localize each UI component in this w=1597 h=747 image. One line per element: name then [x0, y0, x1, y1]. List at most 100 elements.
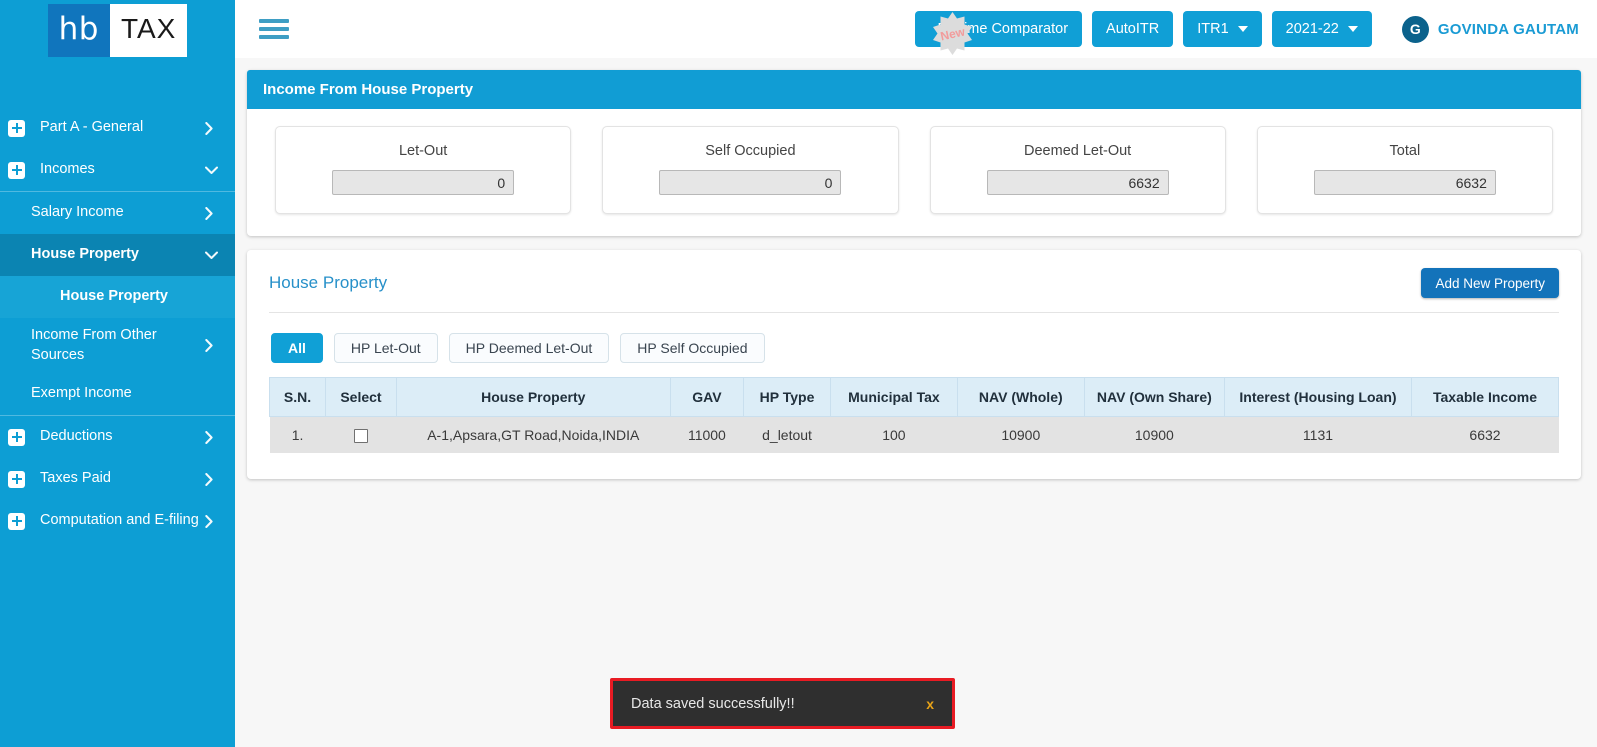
deemed-let-out-value-field: 6632	[986, 170, 1169, 195]
plus-square-icon	[8, 119, 25, 137]
col-gav: GAV	[669, 377, 745, 417]
chevron-right-icon	[205, 514, 219, 528]
sidebar-item-exempt-income[interactable]: Exempt Income	[0, 373, 235, 415]
regime-comparator-button[interactable]: Regime Comparator	[915, 11, 1083, 47]
income-from-house-property-card: Income From House Property Let-Out 0 Sel…	[247, 70, 1581, 236]
sidebar-nav: Part A - General Incomes Salary Income H…	[0, 107, 235, 542]
col-hp-type: HP Type	[743, 377, 831, 417]
summary-label: Deemed Let-Out	[1024, 143, 1132, 159]
sidebar-item-label: Deductions	[40, 428, 113, 445]
cell-sn: 1.	[269, 416, 326, 454]
sidebar-item-incomes[interactable]: Incomes	[0, 149, 235, 191]
plus-square-icon	[8, 512, 25, 530]
chevron-right-icon	[205, 121, 219, 135]
app-logo[interactable]: hb TAX	[0, 0, 235, 60]
logo-hb-text: hb	[47, 3, 110, 57]
assessment-year-value: 2021-22	[1285, 21, 1339, 37]
summary-box-deemed-let-out: Deemed Let-Out 6632	[929, 126, 1226, 214]
cell-select	[325, 416, 397, 454]
sidebar-item-salary-income[interactable]: Salary Income	[0, 192, 235, 234]
col-taxable-income: Taxable Income	[1410, 377, 1560, 417]
cell-municipal-tax: 100	[830, 416, 958, 454]
col-nav-whole: NAV (Whole)	[956, 377, 1085, 417]
tab-hp-deemed-let-out[interactable]: HP Deemed Let-Out	[448, 333, 610, 363]
cell-nav-whole: 10900	[957, 416, 1085, 454]
summary-label: Total	[1389, 143, 1421, 159]
plus-square-icon	[8, 470, 25, 488]
itr-type-value: ITR1	[1197, 21, 1229, 37]
row-select-checkbox[interactable]	[353, 429, 368, 444]
sidebar-item-label: Salary Income	[31, 204, 124, 221]
chevron-right-icon	[205, 339, 219, 353]
toast-highlight-border: Data saved successfully!! x	[610, 678, 955, 729]
sidebar-item-computation-and-efiling[interactable]: Computation and E-filing	[0, 500, 235, 542]
sidebar-item-label: Part A - General	[40, 119, 144, 136]
col-select: Select	[325, 377, 397, 417]
auto-itr-button[interactable]: AutoITR	[1092, 11, 1174, 47]
sidebar-item-income-from-other-sources[interactable]: Income From Other Sources	[0, 318, 235, 373]
sidebar-item-deductions[interactable]: Deductions	[0, 416, 235, 458]
table-row[interactable]: 1. A-1,Apsara,GT Road,Noida,INDIA 11000 …	[269, 416, 1559, 454]
chevron-right-icon	[205, 206, 219, 220]
house-property-table: S.N. Select House Property GAV HP Type M…	[268, 377, 1560, 454]
chevron-down-icon	[1347, 26, 1358, 32]
cell-interest-housing-loan: 1131	[1224, 416, 1412, 454]
chevron-down-icon	[205, 166, 219, 175]
sidebar-item-house-property[interactable]: House Property	[0, 234, 235, 276]
tab-hp-self-occupied[interactable]: HP Self Occupied	[620, 333, 765, 363]
close-icon[interactable]: x	[926, 696, 934, 712]
page-content: Income From House Property Let-Out 0 Sel…	[235, 58, 1597, 480]
add-new-property-button[interactable]: Add New Property	[1421, 268, 1559, 298]
user-menu[interactable]: G GOVINDA GAUTAM	[1401, 15, 1579, 43]
main-area: New Regime Comparator AutoITR ITR1 2021-…	[235, 0, 1597, 747]
summary-box-self-occupied: Self Occupied 0	[602, 126, 899, 214]
app-root: hb TAX Part A - General Incomes Salary I…	[0, 0, 1597, 747]
cell-nav-own-share: 10900	[1084, 416, 1225, 454]
hp-filter-tabs: All HP Let-Out HP Deemed Let-Out HP Self…	[247, 313, 1581, 363]
plus-square-icon	[8, 428, 25, 446]
sidebar-item-label: Income From Other Sources	[31, 327, 157, 363]
sidebar-item-label: House Property	[60, 288, 168, 305]
avatar: G	[1401, 15, 1429, 43]
tab-hp-let-out[interactable]: HP Let-Out	[333, 333, 438, 363]
chevron-right-icon	[205, 472, 219, 486]
col-house-property: House Property	[395, 377, 671, 417]
total-value-field: 6632	[1313, 170, 1496, 195]
itr-type-dropdown[interactable]: ITR1	[1183, 11, 1262, 47]
col-municipal-tax: Municipal Tax	[829, 377, 958, 417]
summary-box-let-out: Let-Out 0	[275, 126, 572, 214]
sidebar-item-label: Taxes Paid	[40, 470, 111, 487]
sidebar-item-label: Computation and E-filing	[40, 512, 199, 529]
toast-notification: Data saved successfully!! x	[613, 681, 952, 726]
house-property-header: House Property Add New Property	[247, 250, 1581, 298]
chevron-down-icon	[205, 251, 219, 260]
self-occupied-value-field: 0	[659, 170, 842, 195]
income-summary-row: Let-Out 0 Self Occupied 0 Deemed Let-Out…	[247, 109, 1581, 236]
chevron-down-icon	[1237, 26, 1248, 32]
sidebar: hb TAX Part A - General Incomes Salary I…	[0, 0, 235, 747]
sidebar-subitem-house-property[interactable]: House Property	[0, 276, 235, 318]
col-sn: S.N.	[268, 377, 327, 417]
hamburger-icon[interactable]	[259, 15, 289, 43]
cell-house-property: A-1,Apsara,GT Road,Noida,INDIA	[396, 416, 671, 454]
sidebar-item-label: Incomes	[40, 161, 95, 178]
house-property-title: House Property	[269, 273, 388, 292]
table-header-row: S.N. Select House Property GAV HP Type M…	[268, 377, 1560, 417]
summary-box-total: Total 6632	[1256, 126, 1553, 214]
sidebar-item-taxes-paid[interactable]: Taxes Paid	[0, 458, 235, 500]
summary-label: Let-Out	[398, 143, 448, 159]
cell-gav: 11000	[670, 416, 744, 454]
chevron-right-icon	[205, 430, 219, 444]
toast-message: Data saved successfully!!	[631, 695, 795, 712]
topbar-actions: New Regime Comparator AutoITR ITR1 2021-…	[915, 11, 1579, 55]
tab-all[interactable]: All	[271, 333, 323, 363]
cell-hp-type: d_letout	[743, 416, 831, 454]
house-property-table-wrap: S.N. Select House Property GAV HP Type M…	[247, 363, 1581, 479]
sidebar-item-part-a-general[interactable]: Part A - General	[0, 107, 235, 149]
house-property-card: House Property Add New Property All HP L…	[247, 250, 1581, 480]
plus-square-icon	[8, 161, 25, 179]
let-out-value-field: 0	[332, 170, 515, 195]
cell-taxable-income: 6632	[1411, 416, 1559, 454]
assessment-year-dropdown[interactable]: 2021-22	[1271, 11, 1372, 47]
income-panel-title: Income From House Property	[247, 70, 1581, 109]
